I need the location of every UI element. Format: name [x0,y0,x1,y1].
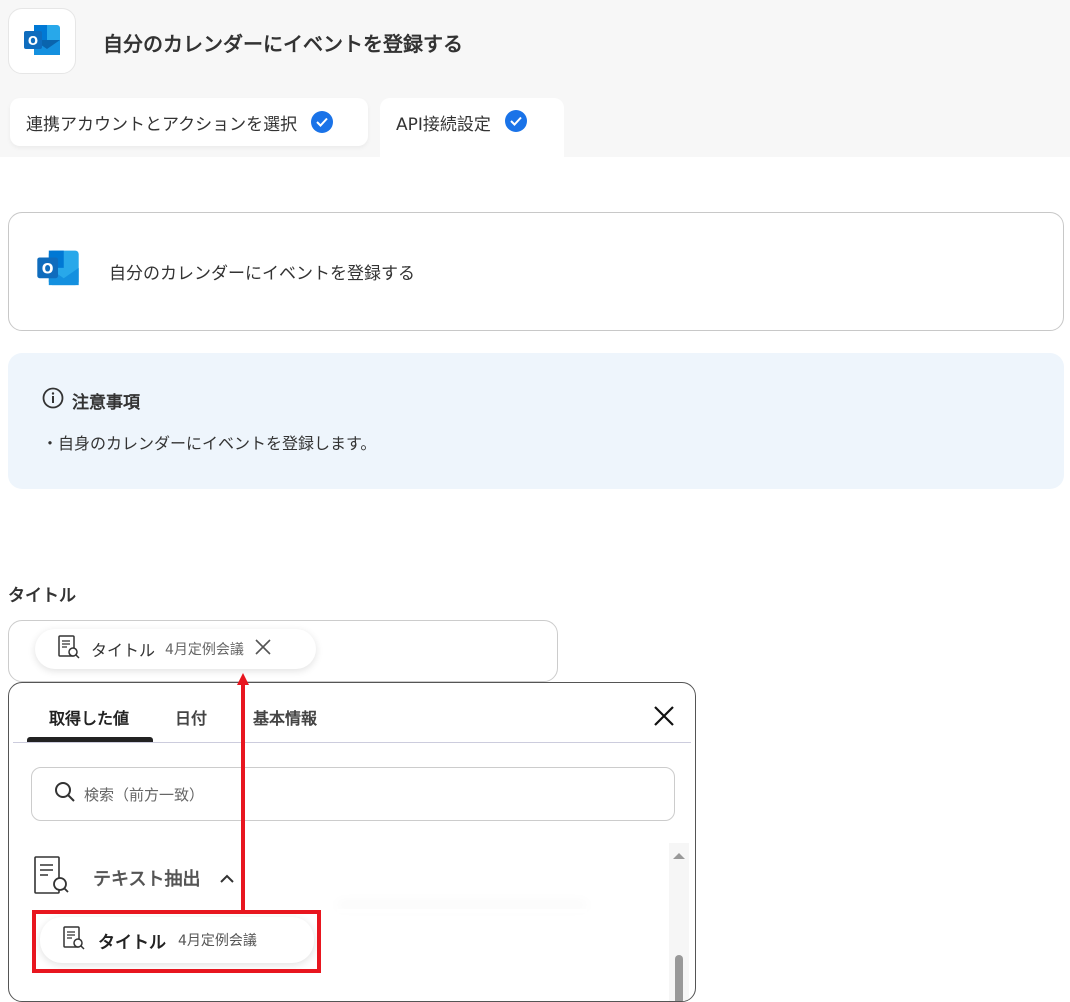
page-title: 自分のカレンダーにイベントを登録する [103,32,463,56]
highlight-box [32,910,321,973]
step-label: 連携アカウントとアクションを選択 [26,114,298,135]
document-search-icon [33,855,73,901]
notice-title: 注意事項 [72,393,140,413]
tab-basic-info[interactable]: 基本情報 [253,705,317,729]
shadow [337,909,587,913]
svg-text:O: O [28,34,38,48]
check-icon [504,110,527,132]
close-icon[interactable] [653,705,675,731]
step-tab-api-settings[interactable]: API接続設定 [380,98,564,157]
section-text-extraction[interactable]: テキスト抽出 [33,855,235,901]
section-title: テキスト抽出 [93,869,201,890]
arrow-head-icon [237,673,249,685]
annotation-arrow [241,682,245,910]
outlook-icon: O [8,8,76,74]
action-card: O 自分のカレンダーにイベントを登録する [8,212,1064,331]
chevron-up-icon [220,869,235,888]
tab-date[interactable]: 日付 [175,705,207,729]
title-field-label: タイトル [8,586,76,606]
search-icon [54,781,76,807]
tab-acquired-values[interactable]: 取得した値 [49,705,129,729]
search-input[interactable]: 検索（前方一致） [31,767,675,821]
notice-box: 注意事項 ・自身のカレンダーにイベントを登録します。 [8,353,1064,489]
step-label: API接続設定 [396,115,491,135]
notice-body: ・自身のカレンダーにイベントを登録します。 [42,434,377,453]
scrollbar-thumb[interactable] [675,955,683,1001]
scrollbar[interactable] [669,843,689,1001]
scroll-up-icon[interactable] [669,849,689,863]
chip-value: 4月定例会議 [165,642,244,658]
remove-chip-icon[interactable] [254,638,272,660]
tab-divider [13,742,691,743]
search-placeholder: 検索（前方一致） [84,785,205,804]
outlook-icon: O [35,248,81,295]
action-label: 自分のカレンダーにイベントを登録する [109,264,415,284]
svg-text:O: O [42,262,54,278]
check-icon [311,111,334,133]
info-icon [42,387,64,414]
title-value-chip[interactable]: タイトル 4月定例会議 [35,629,316,669]
chip-name: タイトル [91,641,156,660]
document-search-icon [57,634,81,664]
step-tab-select-account[interactable]: 連携アカウントとアクションを選択 [10,98,368,146]
